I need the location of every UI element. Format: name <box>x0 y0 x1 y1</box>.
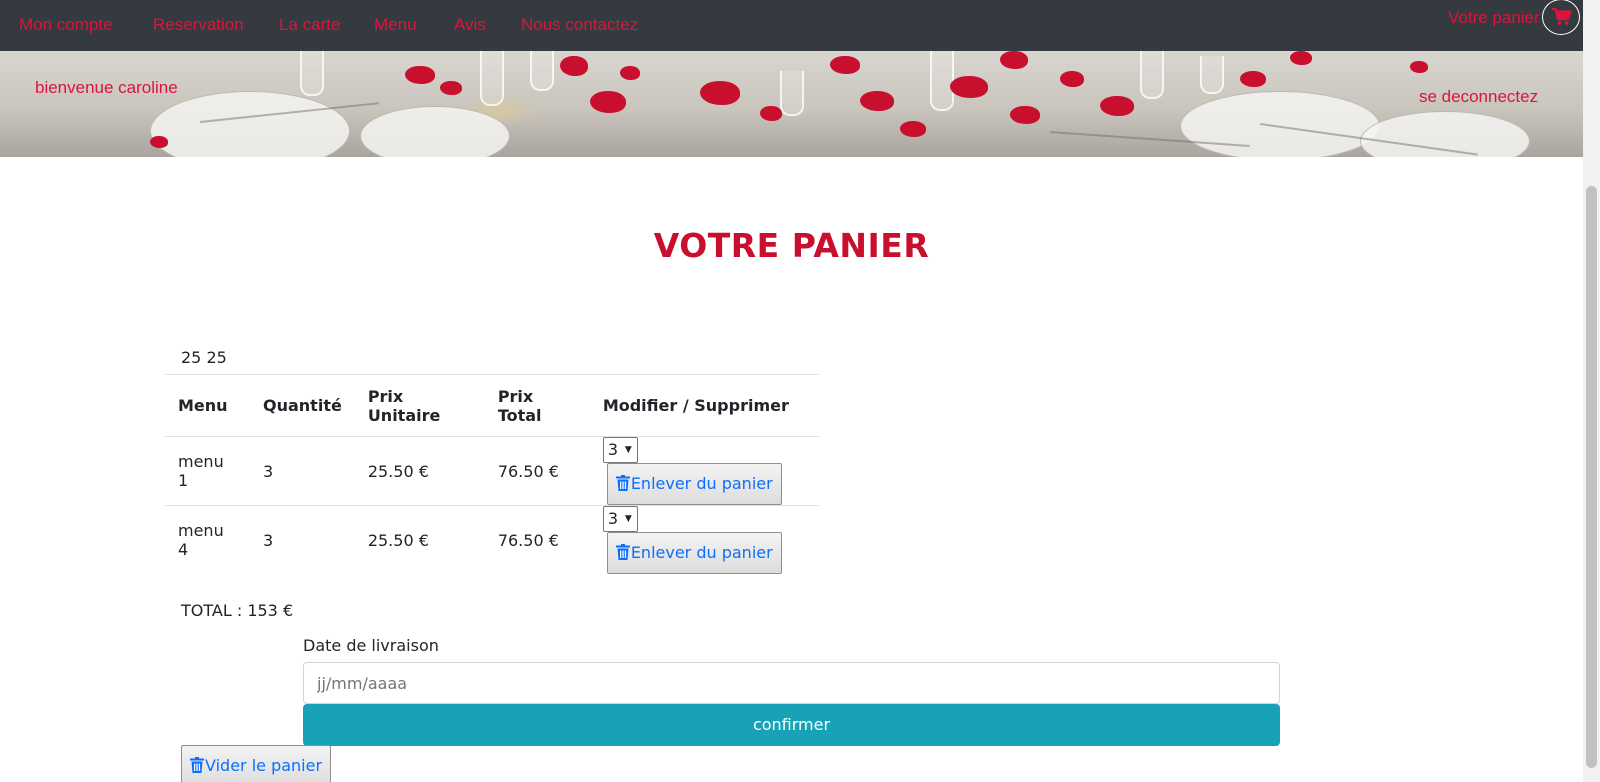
cart-table: Menu Quantité Prix Unitaire Prix Total M… <box>165 374 819 575</box>
nav-link-nous-contactez[interactable]: Nous contactez <box>521 15 638 35</box>
banner-image <box>0 51 1583 157</box>
remove-button-label: Enlever du panier <box>630 543 773 563</box>
clear-cart-button[interactable]: Vider le panier <box>181 745 332 782</box>
column-header-prix-unitaire: Prix Unitaire <box>354 374 485 437</box>
quantity-select-value: 3 <box>607 440 618 459</box>
cart-total: TOTAL : 153 € <box>181 601 294 620</box>
cell-quantity: 3 <box>250 436 355 506</box>
welcome-message: bienvenue caroline <box>35 78 178 97</box>
scrollbar-thumb[interactable] <box>1586 186 1597 768</box>
remove-button-label: Enlever du panier <box>630 474 773 493</box>
nav-link-menu[interactable]: Menu <box>374 15 417 35</box>
trash-icon <box>190 757 204 773</box>
remove-from-cart-button[interactable]: Enlever du panier <box>606 532 782 575</box>
cell-unit-price: 25.50 € <box>354 505 485 575</box>
column-header-modifier-supprimer: Modifier / Supprimer <box>589 374 819 437</box>
nav-link-votre-panier[interactable]: Votre panier <box>1448 8 1540 28</box>
info-text: 25 25 <box>181 348 227 367</box>
cell-menu: menu 4 <box>165 505 250 575</box>
delivery-date-label: Date de livraison <box>303 636 439 655</box>
table-row: menu 4 3 25.50 € 76.50 € 3 ▼ Enlever du pa… <box>165 505 819 575</box>
nav-link-la-carte[interactable]: La carte <box>279 15 340 35</box>
table-header-row: Menu Quantité Prix Unitaire Prix Total M… <box>165 374 819 437</box>
table-row: menu 1 3 25.50 € 76.50 € 3 ▼ Enlever du pa… <box>165 436 819 506</box>
column-header-prix-total: Prix Total <box>484 374 590 437</box>
remove-from-cart-button[interactable]: Enlever du panier <box>606 463 782 505</box>
nav-link-mon-compte[interactable]: Mon compte <box>19 15 113 35</box>
clear-cart-label: Vider le panier <box>205 756 323 775</box>
column-header-menu: Menu <box>165 374 250 437</box>
delivery-date-input[interactable] <box>303 662 1280 704</box>
chevron-down-icon: ▼ <box>624 445 632 455</box>
shopping-cart-icon <box>1552 8 1572 25</box>
chevron-down-icon: ▼ <box>624 514 632 525</box>
trash-icon <box>615 475 630 491</box>
column-header-quantite: Quantité <box>250 374 355 437</box>
page-title: VOTRE PANIER <box>653 226 930 265</box>
cell-actions: 3 ▼ Enlever du panier <box>589 505 819 575</box>
quantity-select-value: 3 <box>607 509 618 529</box>
vertical-scrollbar[interactable] <box>1583 0 1600 782</box>
cell-quantity: 3 <box>250 505 355 575</box>
nav-link-reservation[interactable]: Reservation <box>153 15 244 35</box>
cell-total-price: 76.50 € <box>484 505 590 575</box>
cell-total-price: 76.50 € <box>484 436 590 506</box>
confirm-button[interactable]: confirmer <box>303 704 1280 746</box>
quantity-select[interactable]: 3 ▼ <box>602 437 638 463</box>
cart-button[interactable] <box>1542 0 1580 35</box>
logout-link[interactable]: se deconnectez <box>1419 87 1538 107</box>
nav-link-avis[interactable]: Avis <box>454 15 486 35</box>
cell-menu: menu 1 <box>165 436 250 506</box>
cell-actions: 3 ▼ Enlever du panier <box>589 436 819 506</box>
trash-icon <box>615 544 630 561</box>
top-navbar: Mon compte Reservation La carte Menu Avi… <box>0 0 1583 51</box>
cell-unit-price: 25.50 € <box>354 436 485 506</box>
quantity-select[interactable]: 3 ▼ <box>602 506 638 533</box>
